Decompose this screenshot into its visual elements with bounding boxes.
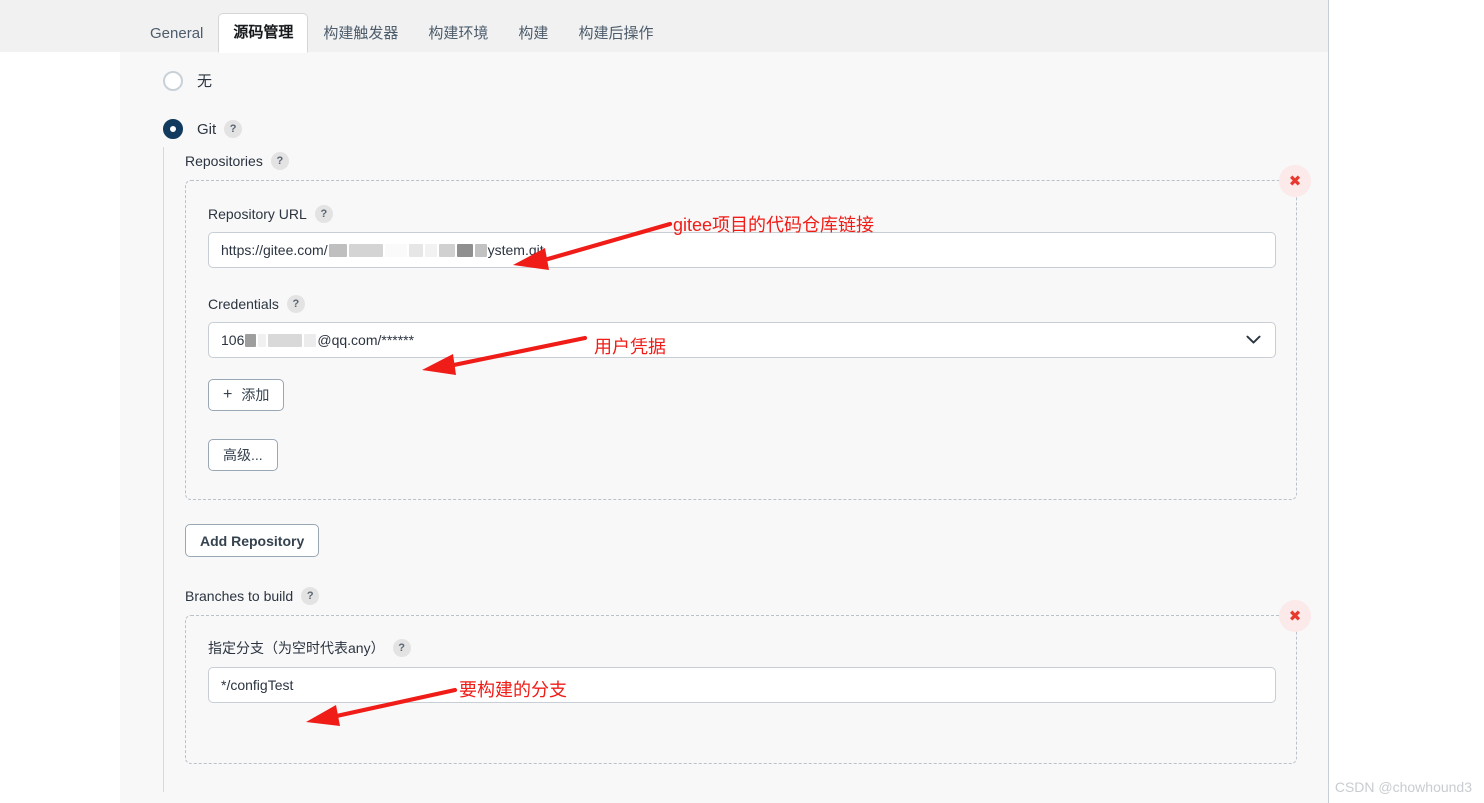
chevron-down-icon	[1246, 332, 1261, 348]
credentials-value-suffix: @qq.com/******	[317, 332, 415, 348]
annotation-credentials: 用户凭据	[594, 337, 666, 357]
scm-option-git[interactable]: Git ?	[163, 119, 243, 139]
redaction-block	[384, 243, 407, 257]
redaction-block	[245, 333, 257, 347]
credentials-label: Credentials	[208, 296, 279, 312]
branches-to-build-label: Branches to build	[185, 588, 294, 604]
credentials-label-row: Credentials ?	[208, 295, 1274, 313]
annotation-repository-url: gitee项目的代码仓库链接	[673, 215, 875, 235]
help-icon-branches-to-build[interactable]: ?	[301, 587, 320, 605]
help-icon-repositories[interactable]: ?	[270, 152, 289, 170]
radio-git[interactable]	[163, 119, 183, 139]
redaction-block	[456, 243, 473, 257]
help-icon-branch-spec[interactable]: ?	[392, 639, 411, 657]
config-body: 无 Git ? Repositories ? ✖ Repository URL …	[120, 52, 1328, 803]
delete-repository-button[interactable]: ✖	[1279, 165, 1311, 197]
delete-branch-button[interactable]: ✖	[1279, 600, 1311, 632]
redaction-block	[258, 333, 267, 347]
redaction-block	[424, 243, 437, 257]
watermark: CSDN @chowhound3	[1334, 779, 1472, 795]
branch-spec-input[interactable]: */configTest	[208, 667, 1276, 703]
left-gutter	[0, 0, 120, 803]
repository-url-input[interactable]: https://gitee.com/ystem.git	[208, 232, 1276, 268]
add-credentials-button[interactable]: + 添加	[208, 379, 285, 411]
redaction-block	[474, 243, 487, 257]
tab-build[interactable]: 构建	[503, 14, 563, 52]
tab-post-build-actions[interactable]: 构建后操作	[563, 14, 668, 52]
branch-block: ✖ 指定分支（为空时代表any） ? */configTest	[185, 600, 1311, 764]
left-gutter-tab-strip	[0, 0, 120, 52]
radio-none[interactable]	[163, 70, 183, 91]
tab-build-triggers[interactable]: 构建触发器	[308, 14, 413, 52]
app-frame: General 源码管理 构建触发器 构建环境 构建 构建后操作 无 Git ?	[0, 0, 1484, 803]
config-tab-bar: General 源码管理 构建触发器 构建环境 构建 构建后操作	[120, 0, 1328, 53]
redaction-block	[438, 243, 455, 257]
help-icon-git[interactable]: ?	[224, 120, 243, 138]
redaction-block	[408, 243, 423, 257]
radio-none-label: 无	[197, 73, 213, 90]
git-scm-section: Repositories ? ✖ Repository URL ? https:…	[185, 152, 1315, 764]
job-config-panel: General 源码管理 构建触发器 构建环境 构建 构建后操作 无 Git ?	[120, 0, 1329, 803]
redaction-block	[304, 333, 317, 347]
repositories-label-row: Repositories ?	[185, 152, 1315, 170]
repository-url-value-suffix: ystem.git	[487, 242, 544, 258]
credentials-value-prefix: 106	[221, 332, 245, 348]
redaction-block	[268, 333, 303, 347]
repositories-label: Repositories	[185, 153, 263, 169]
help-icon-credentials[interactable]: ?	[286, 295, 305, 313]
radio-git-label: Git	[197, 120, 217, 138]
branches-to-build-label-row: Branches to build ?	[185, 587, 1315, 605]
advanced-button[interactable]: 高级...	[208, 439, 278, 471]
credentials-select[interactable]: 106 @qq.com/******	[208, 322, 1276, 358]
repository-url-value-prefix: https://gitee.com/	[221, 242, 328, 258]
help-icon-repository-url[interactable]: ?	[314, 205, 333, 223]
annotation-branch: 要构建的分支	[459, 680, 567, 700]
add-credentials-label: 添加	[241, 387, 270, 403]
tab-source-code-management[interactable]: 源码管理	[218, 13, 309, 53]
tab-build-environment[interactable]: 构建环境	[413, 14, 503, 52]
tab-general[interactable]: General	[135, 14, 218, 52]
branch-spec-label-row: 指定分支（为空时代表any） ?	[208, 638, 1274, 658]
repository-url-label: Repository URL	[208, 206, 307, 222]
add-repository-button[interactable]: Add Repository	[185, 524, 320, 557]
redaction-block	[328, 243, 347, 257]
branch-spec-label: 指定分支（为空时代表any）	[208, 640, 385, 656]
redaction-block	[348, 243, 383, 257]
plus-icon: +	[223, 386, 233, 403]
git-section-guide-line	[163, 147, 164, 792]
scm-option-none[interactable]: 无	[163, 70, 212, 91]
